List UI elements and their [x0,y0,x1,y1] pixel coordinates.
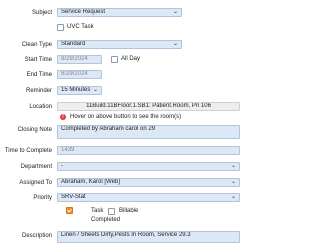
chevron-down-icon: ⌄ [172,41,178,47]
assigned-to-label: Assigned To [19,180,52,186]
chevron-down-icon: ⌄ [172,9,178,15]
reminder-label: Reminder [25,88,52,94]
department-select[interactable]: - ⌄ [57,162,240,171]
clean-type-select[interactable]: Standard ⌄ [57,40,182,49]
clean-type-value: Standard [61,41,86,47]
reminder-value: 15 Minutes [61,87,91,93]
task-checkbox[interactable] [66,207,73,214]
location-button[interactable]: 11Build.11BFloor.1.SB1: Patient.Room, Pr… [57,102,240,111]
chevron-down-icon: ⌄ [92,87,98,93]
billable-label: Billable [119,208,139,214]
priority-value: SRV-Stat [61,194,86,200]
chevron-down-icon: ⌄ [230,179,236,185]
description-label: Description [21,233,52,239]
end-time-label: End Time [26,72,52,78]
reminder-select[interactable]: 15 Minutes ⌄ [57,86,102,95]
clean-type-label: Clean Type [21,42,52,48]
assigned-to-value: Abraham, Karol [Web] [61,179,120,185]
start-time-input[interactable]: 8/29/2024 [57,55,102,64]
chevron-down-icon: ⌄ [230,163,236,169]
uvc-task-checkbox[interactable] [57,24,64,31]
location-label: Location [29,104,52,110]
subject-label: Subject [31,10,52,16]
department-label: Department [20,164,52,170]
uvc-task-label: UVC Task [67,24,94,30]
time-to-complete-label: Time to Complete [4,148,52,154]
assigned-to-select[interactable]: Abraham, Karol [Web] ⌄ [57,178,240,187]
subject-select[interactable]: Service Request ⌄ [57,8,182,17]
subject-value: Service Request [61,9,106,15]
start-time-label: Start Time [24,57,52,63]
chevron-down-icon: ⌄ [230,194,236,200]
time-to-complete-input[interactable]: 1439 [57,146,240,155]
priority-label: Priority [33,195,52,201]
closing-note-label: Closing Note [17,127,52,133]
completed-label: Completed [91,217,121,223]
priority-select[interactable]: SRV-Stat ⌄ [57,193,240,202]
all-day-checkbox[interactable] [111,56,118,63]
all-day-label: All Day [121,56,141,62]
location-hint: Hover on above button to see the room(s) [70,114,182,120]
info-icon: ! [60,114,66,120]
end-time-input[interactable]: 8/29/2024 [57,70,102,79]
department-value: - [61,163,63,169]
billable-checkbox[interactable] [108,208,115,215]
description-textarea[interactable]: Linen / Sheets Dirty,Pests In Room, Serv… [57,231,240,243]
closing-note-textarea[interactable]: Completed by Abraham carol on 29 [57,125,240,139]
task-label: Task [91,208,104,214]
